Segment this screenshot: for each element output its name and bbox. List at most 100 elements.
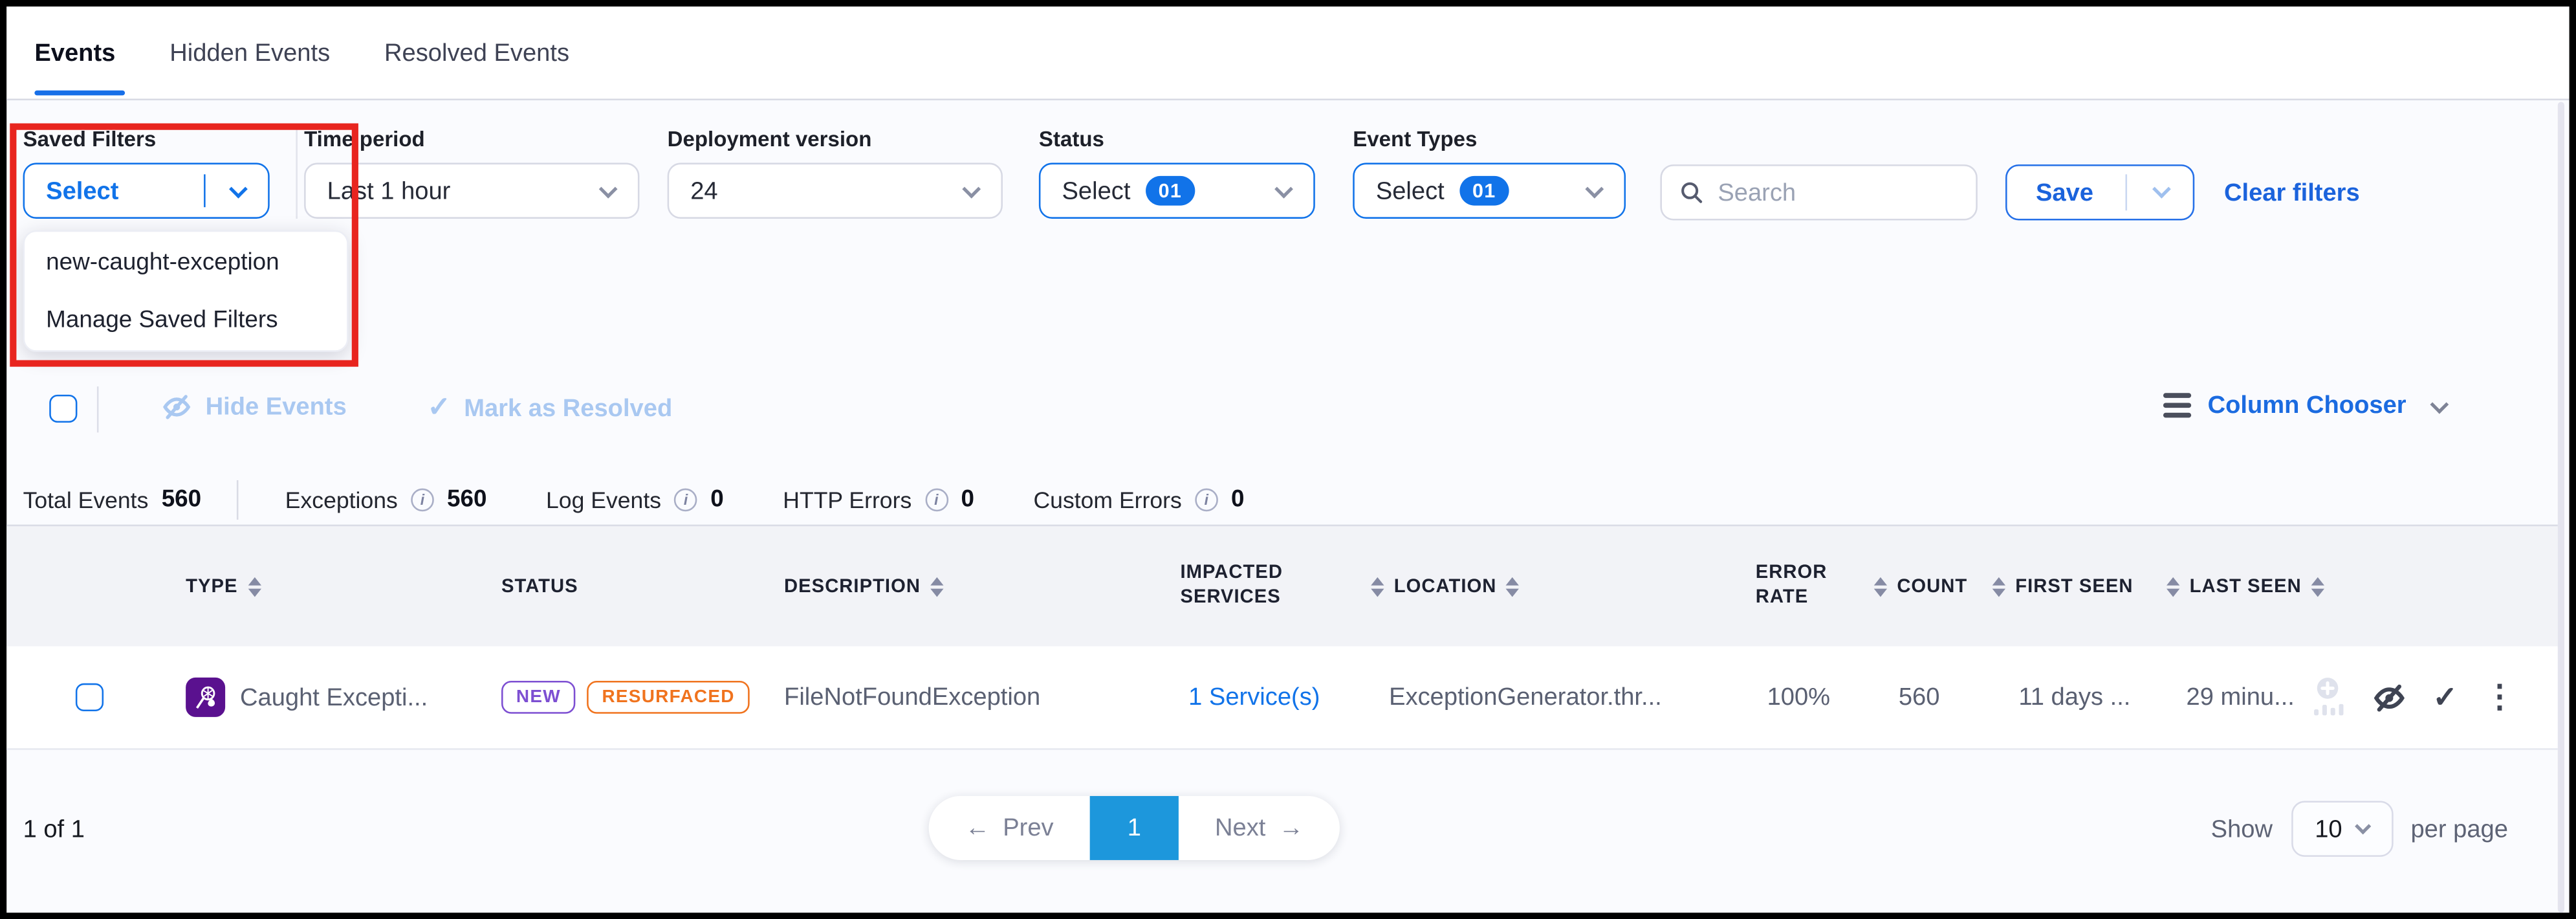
current-page-button[interactable]: 1 [1090, 796, 1179, 860]
event-types-group: Event Types Select 01 [1353, 127, 1626, 219]
stat-total-events: Total Events 560 [23, 487, 202, 513]
events-page: Events Hidden Events Resolved Events Sav… [6, 6, 2569, 913]
stat-label: Exceptions [285, 487, 398, 513]
event-types-count-badge: 01 [1459, 176, 1509, 206]
toolbar-divider [97, 386, 99, 432]
impacted-services-link[interactable]: 1 Service(s) [1188, 683, 1320, 711]
deployment-version-select[interactable]: 24 [668, 163, 1003, 219]
hamburger-icon [2163, 393, 2191, 417]
column-last-seen: LAST SEEN [2167, 577, 2324, 596]
table-row[interactable]: Caught Excepti... NEW RESURFACED FileNot… [6, 647, 2558, 750]
scrollbar[interactable] [2558, 102, 2564, 913]
save-menu-chevron-icon[interactable] [2152, 180, 2171, 199]
stat-value: 560 [447, 487, 487, 513]
description-cell: FileNotFoundException [784, 683, 1040, 711]
screenshot-frame: Events Hidden Events Resolved Events Sav… [0, 0, 2576, 919]
column-label: ERROR RATE [1756, 560, 1848, 612]
prev-page-button[interactable]: ← Prev [929, 796, 1090, 860]
column-chooser-label: Column Chooser [2208, 392, 2407, 419]
status-group: Status Select 01 [1039, 127, 1315, 219]
save-group: Save [2005, 164, 2194, 220]
chevron-down-icon [2430, 394, 2449, 413]
resolve-event-icon[interactable]: ✓ [2433, 680, 2458, 714]
status-label: Status [1039, 127, 1315, 151]
mark-as-resolved-button[interactable]: ✓ Mark as Resolved [428, 392, 673, 425]
save-button[interactable]: Save [2005, 164, 2194, 220]
time-period-label: Time period [304, 127, 639, 151]
column-chooser-button[interactable]: Column Chooser [2163, 392, 2446, 419]
stat-value: 0 [1231, 487, 1245, 513]
status-select[interactable]: Select 01 [1039, 163, 1315, 219]
time-period-select[interactable]: Last 1 hour [304, 163, 639, 219]
time-period-group: Time period Last 1 hour [304, 127, 639, 219]
next-label: Next [1215, 814, 1265, 842]
next-page-button[interactable]: Next → [1179, 796, 1340, 860]
tab-events[interactable]: Events [34, 6, 115, 98]
row-actions: ✓ ⋮ [2309, 676, 2515, 718]
menu-item-manage-saved-filters[interactable]: Manage Saved Filters [25, 291, 347, 349]
sort-icon[interactable] [2167, 577, 2179, 596]
column-first-seen: FIRST SEEN [1992, 577, 2134, 596]
column-label: COUNT [1897, 577, 1967, 596]
column-label: LAST SEEN [2190, 577, 2302, 596]
sort-icon[interactable] [1371, 577, 1384, 596]
eye-off-icon [161, 392, 192, 423]
kebab-menu-icon[interactable]: ⋮ [2484, 678, 2515, 716]
page-size-select[interactable]: 10 [2291, 801, 2393, 856]
stat-label: Total Events [23, 487, 149, 513]
event-types-select[interactable]: Select 01 [1353, 163, 1626, 219]
column-label: IMPACTED SERVICES [1180, 560, 1315, 612]
prev-label: Prev [1003, 814, 1053, 842]
check-icon: ✓ [428, 392, 451, 425]
saved-filters-select[interactable]: Select [23, 163, 270, 219]
add-monitor-icon[interactable] [2309, 676, 2346, 718]
hide-events-label: Hide Events [206, 393, 347, 421]
column-label: LOCATION [1394, 577, 1497, 596]
sort-icon[interactable] [1992, 577, 2005, 596]
saved-filters-group: Saved Filters Select [23, 127, 270, 219]
status-badge-new: NEW [501, 681, 576, 714]
stat-exceptions: Exceptions i 560 [285, 487, 487, 513]
column-location: LOCATION [1371, 577, 1520, 596]
stat-value: 0 [961, 487, 974, 513]
info-icon[interactable]: i [674, 489, 697, 512]
sort-icon[interactable] [1507, 577, 1520, 596]
clear-filters-button[interactable]: Clear filters [2224, 164, 2360, 220]
tab-resolved-events[interactable]: Resolved Events [384, 6, 569, 98]
status-badge-resurfaced: RESURFACED [587, 681, 750, 714]
last-seen-cell: 29 minu... [2187, 683, 2295, 711]
info-icon[interactable]: i [411, 489, 434, 512]
event-types-value: Select [1376, 177, 1445, 205]
stat-label: Custom Errors [1033, 487, 1181, 513]
search-icon [1678, 179, 1705, 206]
stat-custom-errors: Custom Errors i 0 [1033, 487, 1244, 513]
sort-icon[interactable] [2311, 577, 2324, 596]
first-seen-cell: 11 days ... [2018, 683, 2130, 711]
hide-event-icon[interactable] [2372, 680, 2407, 714]
search-input[interactable] [1718, 179, 1948, 206]
stat-label: HTTP Errors [783, 487, 911, 513]
saved-filters-value: Select [46, 177, 118, 205]
hide-events-button[interactable]: Hide Events [161, 392, 347, 423]
menu-item-saved-filter[interactable]: new-caught-exception [25, 234, 347, 291]
type-cell: Caught Excepti... [186, 678, 428, 717]
location-cell: ExceptionGenerator.thr... [1389, 683, 1662, 711]
sort-icon[interactable] [1874, 577, 1887, 596]
status-count-badge: 01 [1145, 176, 1195, 206]
type-label: Caught Excepti... [240, 683, 428, 711]
chevron-down-icon [1585, 180, 1604, 199]
status-cell: NEW RESURFACED [501, 681, 750, 714]
tab-resolved-events-label: Resolved Events [384, 39, 569, 67]
sort-icon[interactable] [248, 577, 261, 596]
info-icon[interactable]: i [1195, 489, 1218, 512]
sort-icon[interactable] [930, 577, 943, 596]
stat-value: 560 [162, 487, 202, 513]
select-all-checkbox[interactable] [49, 395, 77, 423]
search-box [1660, 164, 1977, 220]
page-summary: 1 of 1 [23, 815, 85, 843]
count-cell: 560 [1899, 683, 1940, 711]
search-group [1660, 164, 1977, 220]
info-icon[interactable]: i [925, 489, 948, 512]
tab-hidden-events[interactable]: Hidden Events [169, 6, 330, 98]
row-checkbox[interactable] [76, 683, 104, 711]
